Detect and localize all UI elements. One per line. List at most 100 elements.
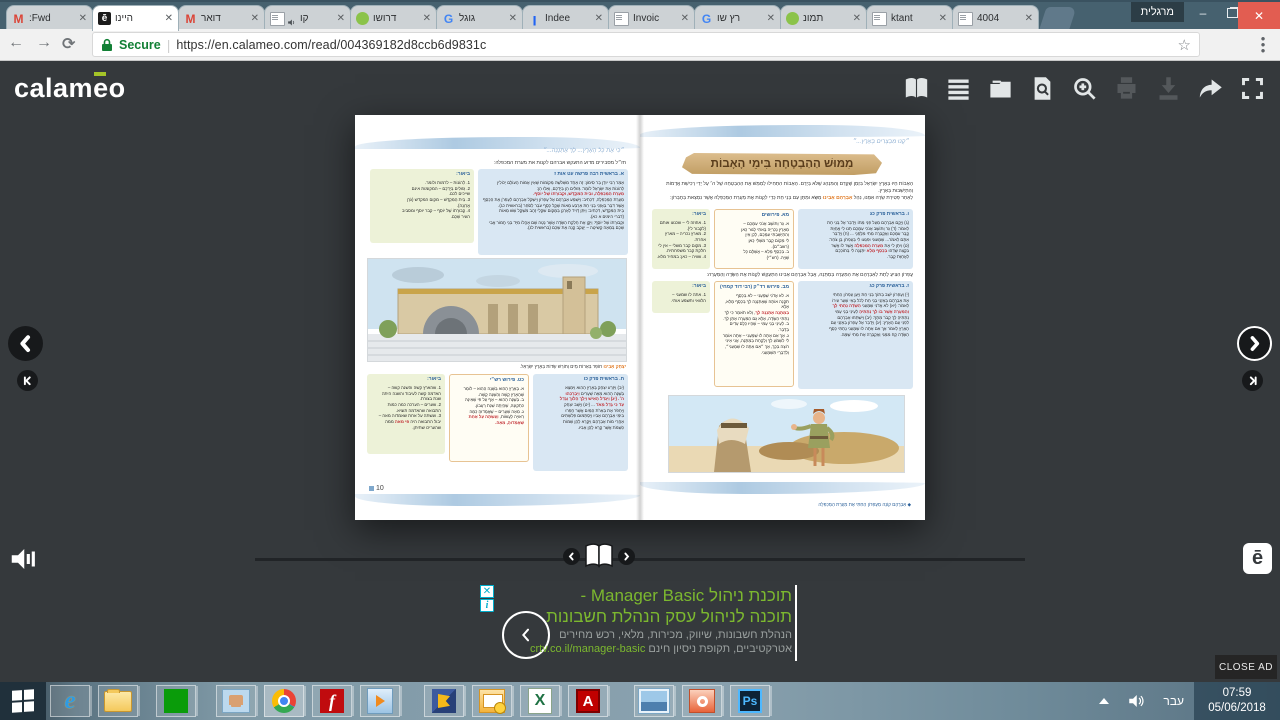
- taskbar-flash-button[interactable]: f: [312, 685, 352, 717]
- taskbar-acrobat-button[interactable]: A: [568, 685, 608, 717]
- browser-tab-10[interactable]: תמונ ✕: [780, 5, 867, 31]
- ps-icon: Ps: [738, 689, 762, 713]
- profile-name-badge[interactable]: מרגלית: [1130, 2, 1184, 22]
- tab-close-icon[interactable]: ✕: [251, 13, 259, 24]
- ad-close-icon[interactable]: ✕: [480, 585, 494, 598]
- omnibox-divider: |: [166, 36, 171, 53]
- browser-tab-3[interactable]: M דואר ✕: [178, 5, 265, 31]
- zoom-in-icon[interactable]: [1071, 75, 1098, 102]
- ad-headline-line1[interactable]: תוכנת ניהול Manager Basic -: [500, 585, 792, 606]
- tab-close-icon[interactable]: ✕: [1025, 13, 1033, 24]
- tab-close-icon[interactable]: ✕: [79, 13, 87, 24]
- tab-audio-icon[interactable]: [287, 14, 296, 26]
- tab-close-icon[interactable]: ✕: [681, 13, 689, 24]
- browser-tab-7[interactable]: ꞁ Indee ✕: [522, 5, 609, 31]
- browser-tab-8[interactable]: Invoic ✕: [608, 5, 695, 31]
- ad-link[interactable]: crtv.co.il/manager-basic: [530, 643, 645, 655]
- last-page-button[interactable]: [1242, 370, 1263, 391]
- taskbar-outlook-button[interactable]: [472, 685, 512, 717]
- taskbar-explorer-button[interactable]: [98, 685, 138, 717]
- seek-bar[interactable]: [255, 558, 1025, 561]
- text-line: הַשָּׂדֶה קַח מִמֶּנִּי וְאֶקְבְּרָה אֶת…: [840, 331, 910, 337]
- ad-headline-line2[interactable]: תוכנה לניהול עסק הנהלת חשבונות: [500, 606, 792, 627]
- page-intro-paragraph: הָאָבוֹת חָיוּ בְּאֶרֶץ יִשְׂרָאֵל בִּזְ…: [652, 181, 913, 201]
- green-text-box: ביאור: 1. שהארץ קשה והשנה קשה – האדמה קשה …: [367, 374, 445, 454]
- browser-tab-5[interactable]: דרושו ✕: [350, 5, 437, 31]
- address-bar[interactable]: Secure | https://en.calameo.com/read/004…: [92, 32, 1200, 57]
- book-page-right[interactable]: ״קָנוּ מִבְצָרִים בָּאָרֶץ...״ מִמּוּשׁ ה…: [640, 115, 925, 520]
- book-icon[interactable]: [583, 542, 615, 570]
- window-close-button[interactable]: ✕: [1238, 2, 1280, 29]
- text-line: שהעריכו שתיתן.: [412, 424, 441, 430]
- search-in-doc-icon[interactable]: [1029, 75, 1056, 102]
- pages-folder-icon[interactable]: [987, 75, 1014, 102]
- bookmark-star-icon[interactable]: ☆: [1178, 36, 1191, 54]
- volume-button[interactable]: [8, 544, 38, 574]
- tab-title: Fwd:: [29, 13, 51, 24]
- browser-tab-11[interactable]: ktant ✕: [866, 5, 953, 31]
- fullscreen-icon[interactable]: [1239, 75, 1266, 102]
- browser-toolbar: ← → ⟳ Secure | https://en.calameo.com/re…: [0, 29, 1280, 61]
- share-icon[interactable]: [1197, 75, 1224, 102]
- close-ad-button[interactable]: CLOSE AD: [1215, 655, 1277, 679]
- taskbar-store-button[interactable]: [156, 685, 196, 717]
- intro-line: הָאָבוֹת חָיוּ בְּאֶרֶץ יִשְׂרָאֵל בִּזְ…: [666, 181, 913, 187]
- language-indicator[interactable]: עבר: [1163, 694, 1184, 708]
- taskbar-ie-button[interactable]: e: [50, 685, 90, 717]
- browser-menu-icon[interactable]: • • •: [1258, 32, 1268, 56]
- viewer-toolbar: [903, 75, 1266, 102]
- start-button[interactable]: [0, 682, 46, 720]
- browser-tab-12[interactable]: 4004 ✕: [952, 5, 1039, 31]
- taskbar-chrome-button[interactable]: [264, 685, 304, 717]
- tab-close-icon[interactable]: ✕: [337, 13, 345, 24]
- previous-page-button[interactable]: [8, 326, 43, 361]
- taskbar-priority-button[interactable]: [424, 685, 464, 717]
- clock-date: 05/06/2018: [1208, 702, 1266, 714]
- tab-close-icon[interactable]: ✕: [423, 13, 431, 24]
- browser-tab-2[interactable]: ē היינו ✕: [92, 5, 179, 31]
- browser-tab-6[interactable]: G גוגל ✕: [436, 5, 523, 31]
- browser-tab-9[interactable]: G רץ שו ✕: [694, 5, 781, 31]
- taskbar-photos-button[interactable]: [634, 685, 674, 717]
- adchoices-info-icon[interactable]: i: [480, 599, 494, 612]
- tab-close-icon[interactable]: ✕: [767, 13, 775, 24]
- taskbar-excel-button[interactable]: X: [520, 685, 560, 717]
- book-spread[interactable]: ״כִּי אֶת כָּל הָאָרֶץ... לְךָ אֶתְּנֶנָ…: [355, 115, 925, 520]
- tab-close-icon[interactable]: ✕: [595, 13, 603, 24]
- back-button[interactable]: ←: [8, 34, 24, 52]
- ad-content[interactable]: תוכנת ניהול Manager Basic - תוכנה לניהול…: [500, 585, 792, 656]
- taskbar-clock[interactable]: 07:59 05/06/2018: [1194, 682, 1280, 720]
- taskbar-ppt-button[interactable]: [682, 685, 722, 717]
- taskbar-wmp-button[interactable]: [360, 685, 400, 717]
- book-page-left[interactable]: ״כִּי אֶת כָּל הָאָרֶץ... לְךָ אֶתְּנֶנָ…: [355, 115, 640, 520]
- print-icon: [1113, 75, 1140, 102]
- reload-button[interactable]: ⟳: [62, 34, 75, 54]
- text-line: לַאֲחֻזַּת קָבֶר.: [887, 254, 909, 259]
- forward-button[interactable]: →: [36, 34, 52, 52]
- flip-previous-button[interactable]: [563, 547, 580, 565]
- lock-icon: [102, 38, 112, 51]
- window-minimize-button[interactable]: –: [1188, 2, 1218, 24]
- taskbar-ps-button[interactable]: Ps: [730, 685, 770, 717]
- windows-logo-icon: [12, 689, 34, 713]
- tab-close-icon[interactable]: ✕: [165, 13, 173, 24]
- tray-volume-icon[interactable]: [1127, 692, 1145, 710]
- contents-list-icon[interactable]: [945, 75, 972, 102]
- tab-close-icon[interactable]: ✕: [853, 13, 861, 24]
- browser-tab-4[interactable]: קו ✕: [264, 5, 351, 31]
- first-page-button[interactable]: [17, 370, 38, 391]
- new-tab-button[interactable]: [1039, 7, 1077, 29]
- tab-close-icon[interactable]: ✕: [939, 13, 947, 24]
- taskbar-hand-button[interactable]: [216, 685, 256, 717]
- calameo-logo[interactable]: calameo: [14, 73, 126, 104]
- show-hidden-icons-button[interactable]: [1099, 698, 1110, 704]
- store-icon: [164, 689, 188, 713]
- flip-next-button[interactable]: [618, 547, 635, 565]
- next-page-button[interactable]: [1237, 326, 1272, 361]
- calameo-brand-mark[interactable]: ē: [1243, 543, 1272, 574]
- tab-close-icon[interactable]: ✕: [509, 13, 517, 24]
- browser-tab-1[interactable]: M Fwd: ✕: [6, 5, 93, 31]
- intro-line: וְהִתְיַשְּׁבוּת בָּאָרֶץ.: [878, 187, 913, 194]
- text-line: שָׁוְיָהּ. (רש״י): [766, 255, 789, 260]
- book-mode-icon[interactable]: [903, 75, 930, 102]
